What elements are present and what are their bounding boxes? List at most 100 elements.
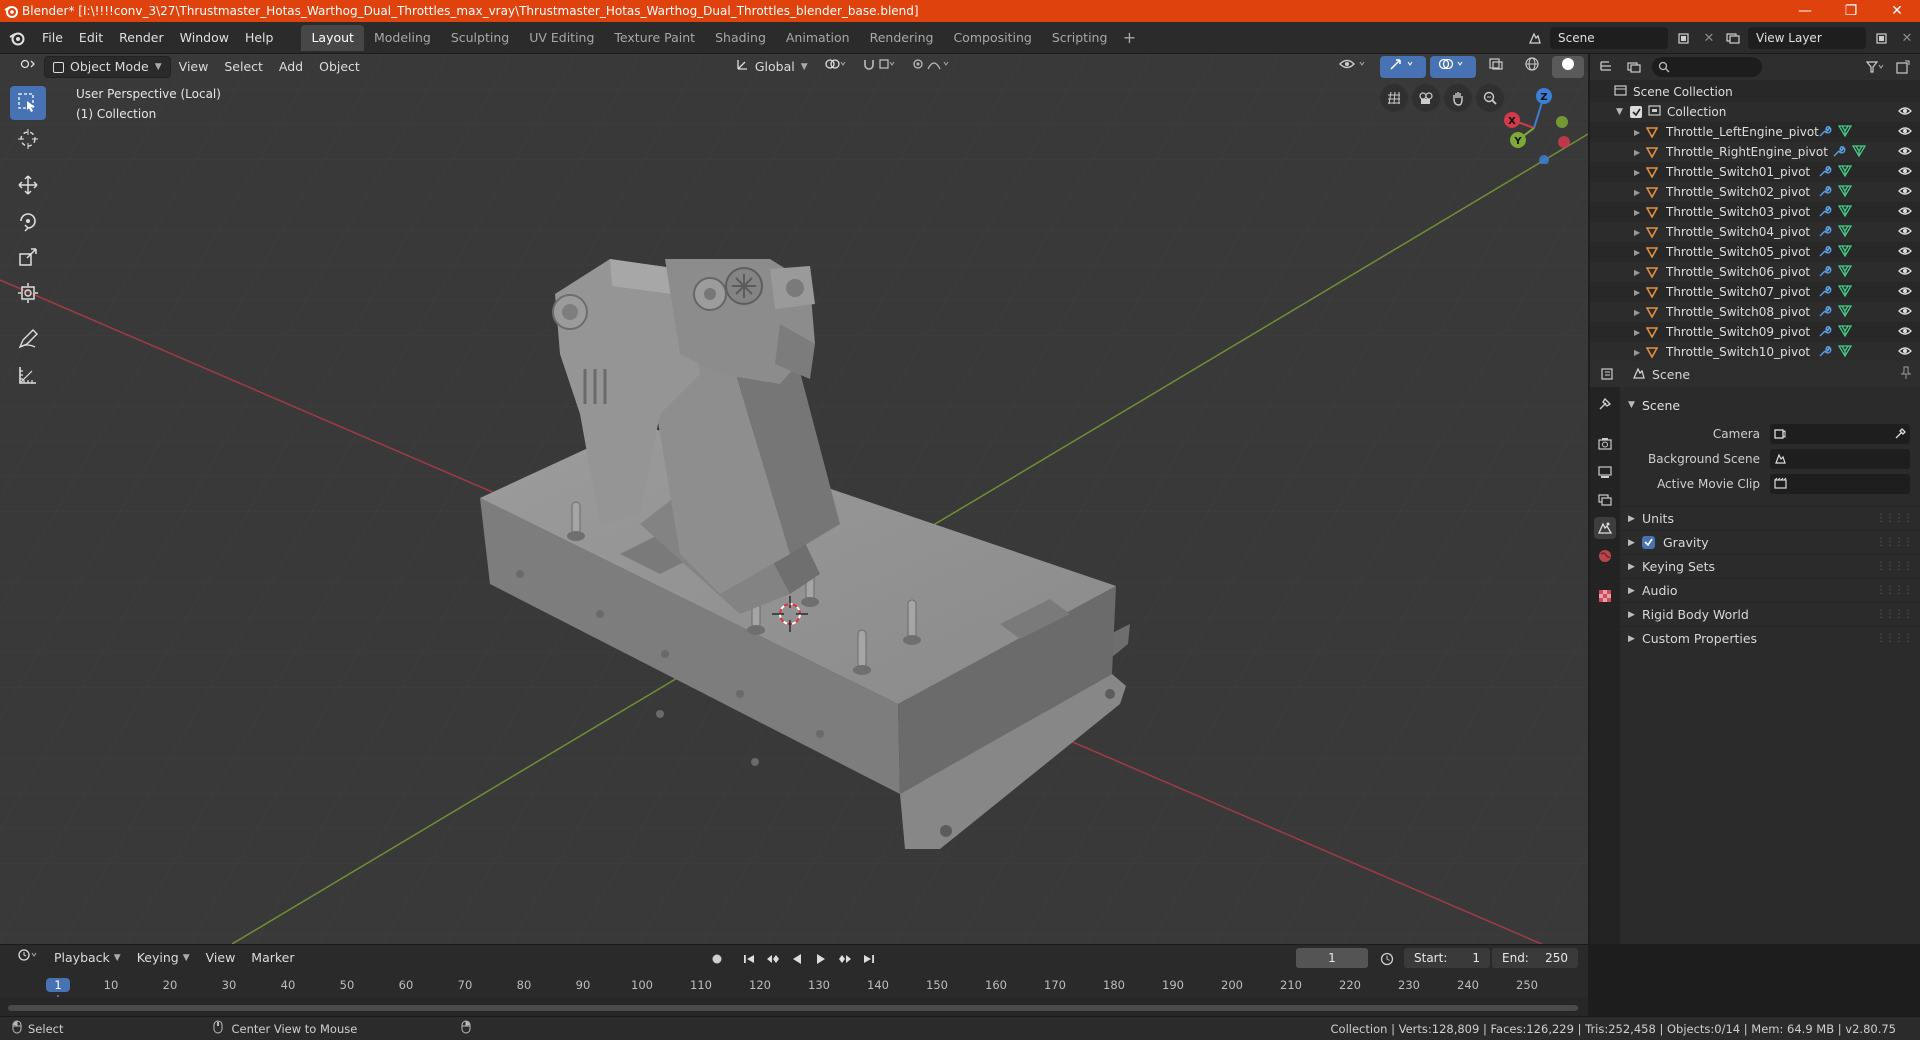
timeline-menu-view[interactable]: View (198, 947, 244, 969)
tab-rendering[interactable]: Rendering (860, 25, 944, 51)
modifier-wrench-icon[interactable] (1818, 324, 1832, 341)
neg-y-axis-dot[interactable] (1556, 116, 1568, 128)
drag-grip-icon[interactable]: ⋮⋮⋮⋮ (1876, 585, 1913, 596)
mesh-data-icon[interactable] (1837, 244, 1853, 261)
outliner-item[interactable]: ▶ Throttle_Switch03_pivot (1590, 202, 1920, 222)
expand-arrow-icon[interactable]: ▼ (1616, 107, 1630, 117)
timeline-menu-playback[interactable]: Playback ▼ (46, 947, 129, 969)
jump-to-keyframe-back-button[interactable] (762, 948, 784, 970)
3d-viewport[interactable]: Object Mode ▼ View Select Add Object Glo… (0, 54, 1588, 944)
render-tab-icon[interactable] (1594, 433, 1616, 455)
jump-to-keyframe-forward-button[interactable] (834, 948, 856, 970)
play-reverse-button[interactable] (786, 948, 808, 970)
modifier-wrench-icon[interactable] (1818, 204, 1832, 221)
move-tool[interactable] (10, 168, 46, 202)
scene-panel-header[interactable]: ▼ Scene (1620, 393, 1920, 417)
outliner-editor-type-icon[interactable] (1596, 56, 1618, 78)
eye-icon[interactable] (1898, 285, 1912, 300)
remove-scene-icon[interactable]: ✕ (1698, 27, 1720, 49)
minimize-button[interactable]: — (1782, 0, 1828, 22)
scene-tab-icon[interactable] (1594, 517, 1616, 539)
neg-x-axis-dot[interactable] (1558, 136, 1570, 148)
modifier-wrench-icon[interactable] (1818, 124, 1832, 141)
expand-arrow-icon[interactable]: ▶ (1634, 328, 1646, 337)
modifier-wrench-icon[interactable] (1818, 164, 1832, 181)
pivot-point-icon[interactable] (816, 56, 854, 78)
navigation-gizmo[interactable]: Z X Y (1496, 84, 1576, 164)
mesh-data-icon[interactable] (1837, 204, 1853, 221)
eye-icon[interactable] (1898, 245, 1912, 260)
collection-checkbox[interactable] (1630, 106, 1642, 118)
toggle-grid-view-icon[interactable] (1380, 84, 1408, 112)
outliner-item[interactable]: ▶ Throttle_Switch10_pivot (1590, 342, 1920, 362)
eye-icon[interactable] (1898, 205, 1912, 220)
expand-arrow-icon[interactable]: ▶ (1634, 308, 1646, 317)
output-tab-icon[interactable] (1594, 461, 1616, 483)
wireframe-shading-icon[interactable] (1516, 56, 1548, 78)
modifier-wrench-icon[interactable] (1818, 344, 1832, 361)
blender-menu-icon[interactable] (0, 30, 34, 46)
outliner-item[interactable]: ▶ Throttle_Switch09_pivot (1590, 322, 1920, 342)
tab-modeling[interactable]: Modeling (364, 25, 441, 51)
filter-icon[interactable] (1864, 56, 1886, 78)
mesh-data-icon[interactable] (1837, 264, 1853, 281)
expand-arrow-icon[interactable]: ▶ (1634, 288, 1646, 297)
transform-orientation-dropdown[interactable]: Global ▼ (728, 56, 816, 78)
eye-icon[interactable] (1898, 105, 1912, 120)
eye-icon[interactable] (1898, 265, 1912, 280)
drag-grip-icon[interactable]: ⋮⋮⋮⋮ (1876, 633, 1913, 644)
gizmo-toggle-icon[interactable] (1380, 56, 1426, 78)
outliner-item[interactable]: ▶ Throttle_Switch04_pivot (1590, 222, 1920, 242)
tab-texture-paint[interactable]: Texture Paint (604, 25, 705, 51)
outliner-item[interactable]: ▶ Throttle_Switch01_pivot (1590, 162, 1920, 182)
frame-ruler[interactable]: 1 10 20 30 40 50 60 70 80 90 100 110 120 130 140 150 160… (0, 975, 1588, 1027)
mesh-data-icon[interactable] (1837, 324, 1853, 341)
timeline-editor-type-icon[interactable] (10, 947, 46, 969)
active-movie-clip-field[interactable] (1770, 473, 1910, 494)
scene-field[interactable]: Scene (1550, 27, 1668, 49)
drag-grip-icon[interactable]: ⋮⋮⋮⋮ (1876, 513, 1913, 524)
tab-animation[interactable]: Animation (776, 25, 860, 51)
current-frame-field[interactable]: 1 (1296, 948, 1368, 968)
timeline-menu-marker[interactable]: Marker (243, 947, 302, 969)
expand-arrow-icon[interactable]: ▶ (1634, 148, 1646, 157)
new-collection-icon[interactable] (1892, 56, 1914, 78)
eyedropper-icon[interactable] (1894, 427, 1906, 440)
outliner-item[interactable]: ▶ Throttle_Switch07_pivot (1590, 282, 1920, 302)
menu-edit[interactable]: Edit (71, 26, 111, 50)
mesh-data-icon[interactable] (1837, 284, 1853, 301)
eye-icon[interactable] (1898, 125, 1912, 140)
background-scene-field[interactable] (1770, 448, 1910, 469)
select-box-tool[interactable] (10, 86, 46, 120)
audio-panel[interactable]: ▶ Audio ⋮⋮⋮⋮ (1620, 578, 1920, 602)
display-mode-icon[interactable] (1624, 56, 1646, 78)
expand-arrow-icon[interactable]: ▶ (1634, 268, 1646, 277)
custom-properties-panel[interactable]: ▶ Custom Properties ⋮⋮⋮⋮ (1620, 626, 1920, 650)
new-view-layer-icon[interactable] (1870, 27, 1892, 49)
mesh-data-icon[interactable] (1837, 164, 1853, 181)
expand-arrow-icon[interactable]: ▶ (1634, 228, 1646, 237)
outliner-item[interactable]: ▶ Throttle_LeftEngine_pivot (1590, 122, 1920, 142)
scale-tool[interactable] (10, 240, 46, 274)
tab-layout[interactable]: Layout (301, 24, 364, 51)
scene-icon[interactable] (1524, 27, 1546, 49)
cursor-tool[interactable] (10, 122, 46, 156)
start-frame-field[interactable]: Start: 1 (1404, 948, 1490, 968)
measure-tool[interactable] (10, 358, 46, 392)
modifier-wrench-icon[interactable] (1818, 184, 1832, 201)
pin-icon[interactable] (1900, 365, 1912, 383)
eye-icon[interactable] (1898, 165, 1912, 180)
rotate-tool[interactable] (10, 204, 46, 238)
camera-view-icon[interactable] (1412, 84, 1440, 112)
expand-arrow-icon[interactable]: ▶ (1634, 248, 1646, 257)
menu-file[interactable]: File (34, 26, 71, 50)
properties-editor-type-icon[interactable] (1598, 363, 1620, 385)
outliner-item[interactable]: ▶ Throttle_Switch08_pivot (1590, 302, 1920, 322)
viewport-menu-add[interactable]: Add (271, 56, 311, 78)
record-button[interactable] (706, 948, 728, 970)
modifier-wrench-icon[interactable] (1818, 224, 1832, 241)
texture-tab-icon[interactable] (1594, 585, 1616, 607)
modifier-wrench-icon[interactable] (1818, 284, 1832, 301)
transform-tool[interactable] (10, 276, 46, 310)
eye-icon[interactable] (1898, 305, 1912, 320)
